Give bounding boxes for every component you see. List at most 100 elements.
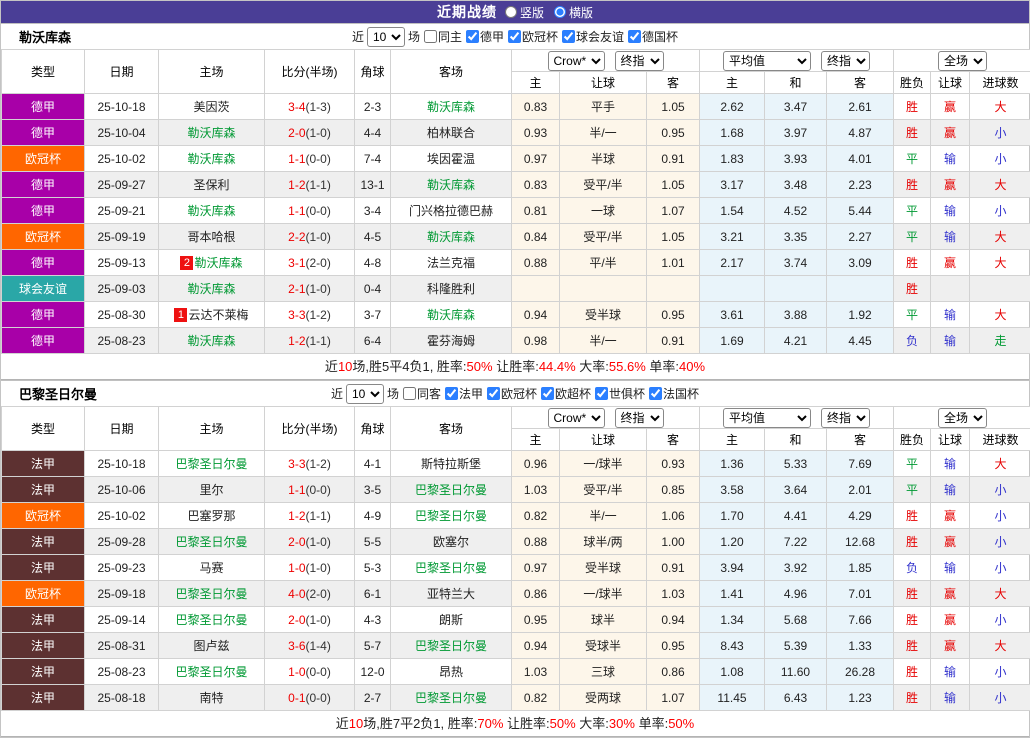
result-winlose: 胜 — [894, 633, 931, 659]
corner-cell: 6-4 — [355, 328, 391, 354]
same-venue-filter[interactable]: 同客 — [402, 385, 441, 402]
sub-header-7: 让球 — [931, 429, 970, 451]
corner-cell: 5-5 — [355, 529, 391, 555]
avg-home: 3.61 — [700, 302, 765, 328]
date-cell: 25-10-04 — [85, 120, 159, 146]
sub-header-3: 主 — [700, 429, 765, 451]
avg-away: 2.01 — [827, 477, 894, 503]
final-odds-select[interactable]: 终指 — [615, 51, 664, 71]
score-halftime: (1-0) — [306, 613, 331, 627]
league-filter-checkbox[interactable] — [562, 30, 575, 43]
col-header-3: 比分(半场) — [265, 407, 355, 451]
hdr-selects: 平均值终指 — [723, 408, 870, 428]
layout-radio-horizontal[interactable] — [554, 6, 566, 18]
full-match-select[interactable]: 全场 — [938, 408, 987, 428]
score-halftime: (0-0) — [306, 665, 331, 679]
layout-radio-option-1[interactable]: 横版 — [554, 4, 593, 21]
odds-handicap: 一/球半 — [560, 581, 647, 607]
same-venue-filter[interactable]: 同主 — [423, 28, 462, 45]
home-team-name: 马赛 — [199, 561, 223, 575]
bookmaker-select[interactable]: Crow* — [548, 51, 605, 71]
layout-radio-vertical[interactable] — [505, 6, 517, 18]
league-filter[interactable]: 欧冠杯 — [507, 28, 558, 45]
score-halftime: (1-0) — [306, 230, 331, 244]
score-halftime: (0-0) — [306, 691, 331, 705]
league-badge: 德甲 — [2, 94, 85, 120]
score-fulltime: 4-0 — [288, 587, 305, 601]
league-filter-checkbox[interactable] — [649, 387, 662, 400]
result-winlose: 胜 — [894, 659, 931, 685]
layout-radio-option-0[interactable]: 竖版 — [505, 4, 544, 21]
full-match-select[interactable]: 全场 — [938, 51, 987, 71]
odds-away: 1.05 — [647, 224, 700, 250]
bookmaker-select[interactable]: Crow* — [548, 408, 605, 428]
avg-home: 1.69 — [700, 328, 765, 354]
league-filter-checkbox[interactable] — [445, 387, 458, 400]
result-handicap: 输 — [931, 328, 970, 354]
away-team-cell: 巴黎圣日尔曼 — [391, 477, 512, 503]
table-row: 法甲25-08-18南特0-1(0-0)2-7巴黎圣日尔曼0.82受两球1.07… — [2, 685, 1030, 711]
sections-container: 勒沃库森近10场同主德甲欧冠杯球会友谊德国杯类型日期主场比分(半场)角球客场Cr… — [1, 23, 1029, 737]
section-summary: 近10场,胜7平2负1, 胜率:70% 让胜率:50% 大率:30% 单率:50… — [1, 711, 1029, 737]
avg-away: 2.27 — [827, 224, 894, 250]
corner-cell: 3-7 — [355, 302, 391, 328]
team-name: 巴黎圣日尔曼 — [19, 384, 97, 403]
avg-draw: 4.21 — [765, 328, 827, 354]
league-filter-checkbox[interactable] — [487, 387, 500, 400]
home-team-cell: 勒沃库森 — [159, 146, 265, 172]
odds-home: 1.03 — [512, 477, 560, 503]
result-winlose: 胜 — [894, 607, 931, 633]
away-team-cell: 勒沃库森 — [391, 302, 512, 328]
away-team-cell: 亚特兰大 — [391, 581, 512, 607]
result-goals: 大 — [970, 633, 1030, 659]
hdr-selects: Crow* 终指 — [548, 51, 664, 71]
date-cell: 25-08-23 — [85, 328, 159, 354]
league-filter-checkbox[interactable] — [628, 30, 641, 43]
final-odds-select[interactable]: 终指 — [615, 408, 664, 428]
score-fulltime: 1-2 — [288, 334, 305, 348]
home-team-name: 云达不莱梅 — [188, 308, 248, 322]
avg-away — [827, 276, 894, 302]
league-filter-checkbox[interactable] — [541, 387, 554, 400]
league-filter-checkbox[interactable] — [595, 387, 608, 400]
result-handicap: 输 — [931, 659, 970, 685]
table-row: 欧冠杯25-10-02勒沃库森1-1(0-0)7-4埃因霍温0.97半球0.91… — [2, 146, 1030, 172]
average-final-select[interactable]: 终指 — [821, 51, 870, 71]
league-filter[interactable]: 欧冠杯 — [486, 385, 537, 402]
league-filter[interactable]: 世俱杯 — [594, 385, 645, 402]
league-filter[interactable]: 法甲 — [444, 385, 483, 402]
league-filter-label: 法甲 — [459, 385, 483, 402]
table-row: 法甲25-10-06里尔1-1(0-0)3-5巴黎圣日尔曼1.03受平/半0.8… — [2, 477, 1030, 503]
result-handicap: 输 — [931, 477, 970, 503]
league-filter-checkbox[interactable] — [508, 30, 521, 43]
near-count-select[interactable]: 10 — [346, 384, 384, 404]
same-venue-checkbox[interactable] — [424, 30, 437, 43]
league-filter[interactable]: 德国杯 — [627, 28, 678, 45]
average-select[interactable]: 平均值 — [723, 51, 811, 71]
avg-home: 8.43 — [700, 633, 765, 659]
col-header-0: 类型 — [2, 50, 85, 94]
home-team-cell: 圣保利 — [159, 172, 265, 198]
league-filter-checkbox[interactable] — [466, 30, 479, 43]
league-filter[interactable]: 欧超杯 — [540, 385, 591, 402]
league-filter[interactable]: 球会友谊 — [561, 28, 624, 45]
same-venue-checkbox[interactable] — [403, 387, 416, 400]
near-count-select[interactable]: 10 — [367, 27, 405, 47]
score-cell: 1-0(0-0) — [265, 659, 355, 685]
avg-draw: 4.52 — [765, 198, 827, 224]
corner-cell: 5-3 — [355, 555, 391, 581]
average-final-select[interactable]: 终指 — [821, 408, 870, 428]
home-team-cell: 巴黎圣日尔曼 — [159, 659, 265, 685]
result-goals: 小 — [970, 607, 1030, 633]
score-halftime: (1-4) — [306, 639, 331, 653]
average-select[interactable]: 平均值 — [723, 408, 811, 428]
result-goals: 大 — [970, 94, 1030, 120]
sub-header-5: 客 — [827, 72, 894, 94]
avg-draw: 4.41 — [765, 503, 827, 529]
home-team-name: 哥本哈根 — [187, 230, 235, 244]
same-venue-label: 同客 — [417, 385, 441, 402]
table-row: 欧冠杯25-10-02巴塞罗那1-2(1-1)4-9巴黎圣日尔曼0.82半/一1… — [2, 503, 1030, 529]
odds-handicap: 受球半 — [560, 633, 647, 659]
league-filter[interactable]: 德甲 — [465, 28, 504, 45]
league-filter[interactable]: 法国杯 — [648, 385, 699, 402]
